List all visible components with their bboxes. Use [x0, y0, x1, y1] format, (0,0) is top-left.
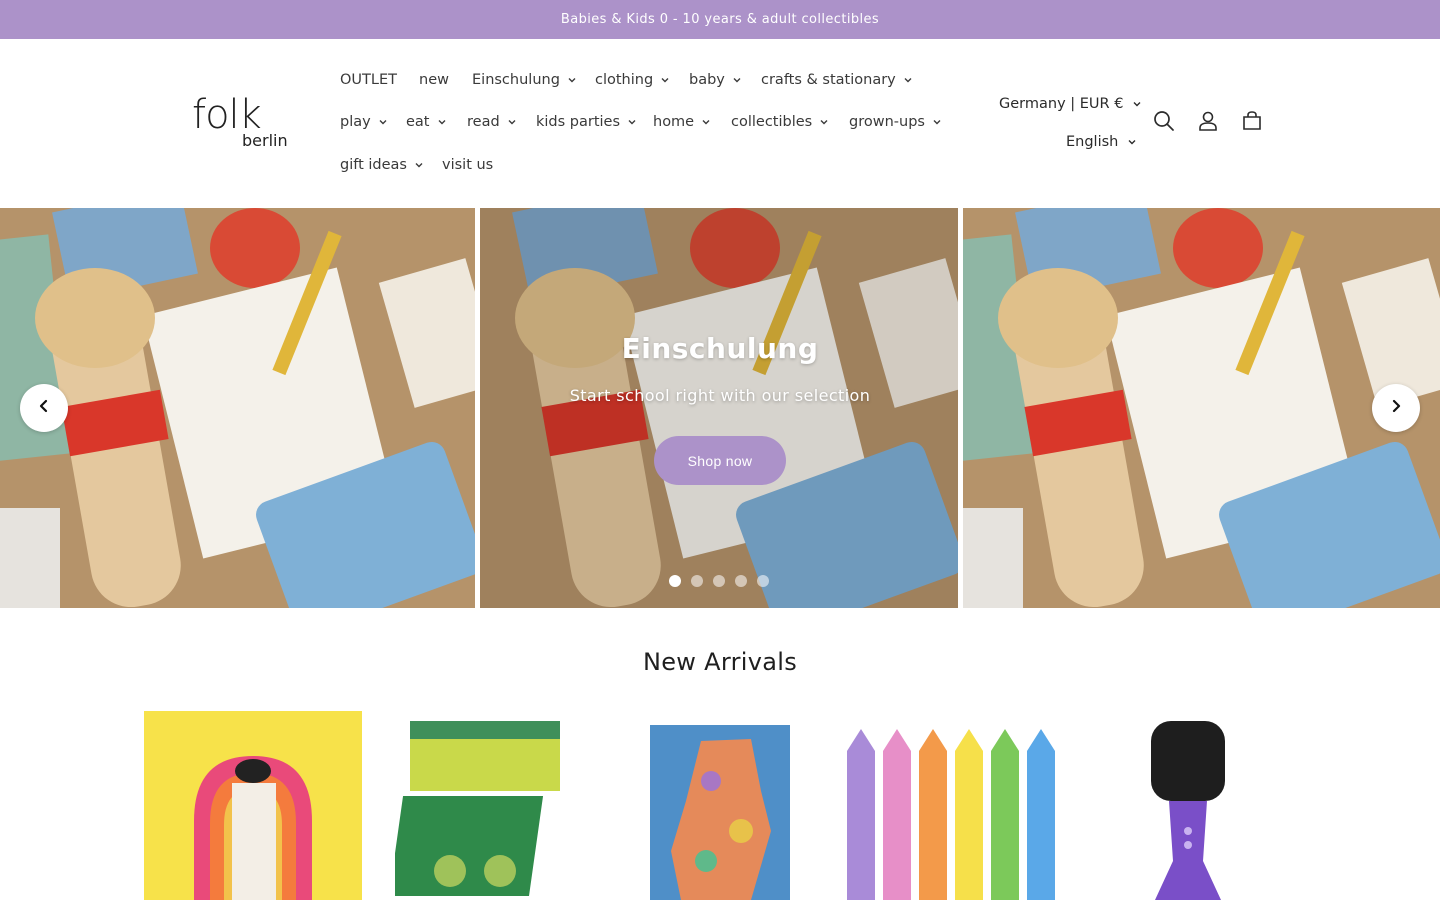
chevron-down-icon: [1126, 136, 1138, 148]
nav-item-read[interactable]: read: [467, 110, 518, 134]
nav-label: crafts & stationary: [761, 72, 896, 88]
nav-label: gift ideas: [340, 157, 407, 173]
account-icon: [1197, 110, 1219, 136]
product-image: [395, 711, 613, 900]
nav-label: collectibles: [731, 114, 813, 130]
chevron-down-icon: [818, 116, 830, 128]
product-card[interactable]: [1079, 711, 1297, 900]
country-label: Germany | EUR €: [999, 96, 1124, 112]
search-button[interactable]: [1150, 109, 1178, 137]
brand-logo[interactable]: folk berlin: [192, 95, 302, 159]
product-image: [144, 711, 362, 900]
nav-item-collectibles[interactable]: collectibles: [731, 110, 830, 134]
chevron-down-icon: [731, 74, 743, 86]
nav-label: OUTLET: [340, 72, 397, 88]
chevron-down-icon: [700, 116, 712, 128]
nav-label: Einschulung: [472, 72, 560, 88]
site-header: folk berlin OUTLET new Einschulung cloth…: [0, 39, 1440, 208]
chevron-down-icon: [902, 74, 914, 86]
nav-label: eat: [406, 114, 430, 130]
nav-item-baby[interactable]: baby: [689, 68, 743, 92]
product-image: [843, 711, 1061, 900]
hero-slide-image: [963, 208, 1440, 608]
product-card[interactable]: [843, 711, 1061, 900]
chevron-down-icon: [377, 116, 389, 128]
nav-item-home[interactable]: home: [653, 110, 712, 134]
brand-logo-subword: berlin: [242, 131, 288, 150]
account-button[interactable]: [1194, 109, 1222, 137]
nav-label: visit us: [442, 157, 494, 173]
nav-item-einschulung[interactable]: Einschulung: [472, 68, 578, 92]
nav-item-kids-parties[interactable]: kids parties: [536, 110, 638, 134]
nav-item-play[interactable]: play: [340, 110, 389, 134]
announcement-text: Babies & Kids 0 - 10 years & adult colle…: [560, 12, 880, 27]
slide-dot-1[interactable]: [669, 575, 681, 587]
slide-dot-5[interactable]: [757, 575, 769, 587]
chevron-down-icon: [931, 116, 943, 128]
chevron-right-icon: [1388, 398, 1404, 418]
nav-item-crafts[interactable]: crafts & stationary: [761, 68, 914, 92]
cart-icon: [1241, 110, 1263, 136]
nav-item-new[interactable]: new: [419, 68, 449, 92]
chevron-down-icon: [413, 159, 425, 171]
chevron-down-icon: [436, 116, 448, 128]
shop-now-button[interactable]: Shop now: [654, 436, 786, 485]
nav-item-clothing[interactable]: clothing: [595, 68, 671, 92]
nav-item-outlet[interactable]: OUTLET: [340, 68, 397, 92]
section-title: New Arrivals: [642, 648, 798, 676]
hero-slide-image: [0, 208, 475, 608]
product-card[interactable]: [395, 711, 613, 900]
slide-dot-4[interactable]: [735, 575, 747, 587]
nav-item-visit-us[interactable]: visit us: [442, 153, 493, 177]
nav-label: new: [419, 72, 449, 88]
product-card[interactable]: [611, 711, 829, 900]
cart-button[interactable]: [1238, 109, 1266, 137]
slide-dots: [669, 575, 769, 587]
brand-logo-word: folk: [192, 92, 262, 138]
search-icon: [1153, 110, 1175, 136]
language-selector[interactable]: English: [1066, 130, 1138, 154]
hero-slideshow: Einschulung Start school right with our …: [0, 208, 1440, 608]
slide-next-button[interactable]: [1372, 384, 1420, 432]
nav-item-eat[interactable]: eat: [406, 110, 448, 134]
hero-title: Einschulung: [621, 332, 819, 365]
nav-label: home: [653, 114, 695, 130]
nav-label: read: [467, 114, 500, 130]
product-card[interactable]: [144, 711, 362, 900]
nav-label: clothing: [595, 72, 654, 88]
language-label: English: [1066, 134, 1119, 150]
slide-prev-button[interactable]: [20, 384, 68, 432]
chevron-left-icon: [36, 398, 52, 418]
chevron-down-icon: [1131, 98, 1143, 110]
hero-slide-image: [480, 208, 958, 608]
chevron-down-icon: [659, 74, 671, 86]
nav-label: kids parties: [536, 114, 621, 130]
product-image: [611, 711, 829, 900]
hero-subtitle: Start school right with our selection: [569, 386, 871, 405]
nav-item-grown-ups[interactable]: grown-ups: [849, 110, 943, 134]
chevron-down-icon: [626, 116, 638, 128]
nav-item-gift-ideas[interactable]: gift ideas: [340, 153, 425, 177]
product-image: [1079, 711, 1297, 900]
slide-dot-2[interactable]: [691, 575, 703, 587]
slide-dot-3[interactable]: [713, 575, 725, 587]
nav-label: baby: [689, 72, 725, 88]
nav-label: play: [340, 114, 371, 130]
country-selector[interactable]: Germany | EUR €: [999, 92, 1143, 116]
nav-label: grown-ups: [849, 114, 925, 130]
announcement-bar: Babies & Kids 0 - 10 years & adult colle…: [0, 0, 1440, 39]
chevron-down-icon: [566, 74, 578, 86]
chevron-down-icon: [506, 116, 518, 128]
